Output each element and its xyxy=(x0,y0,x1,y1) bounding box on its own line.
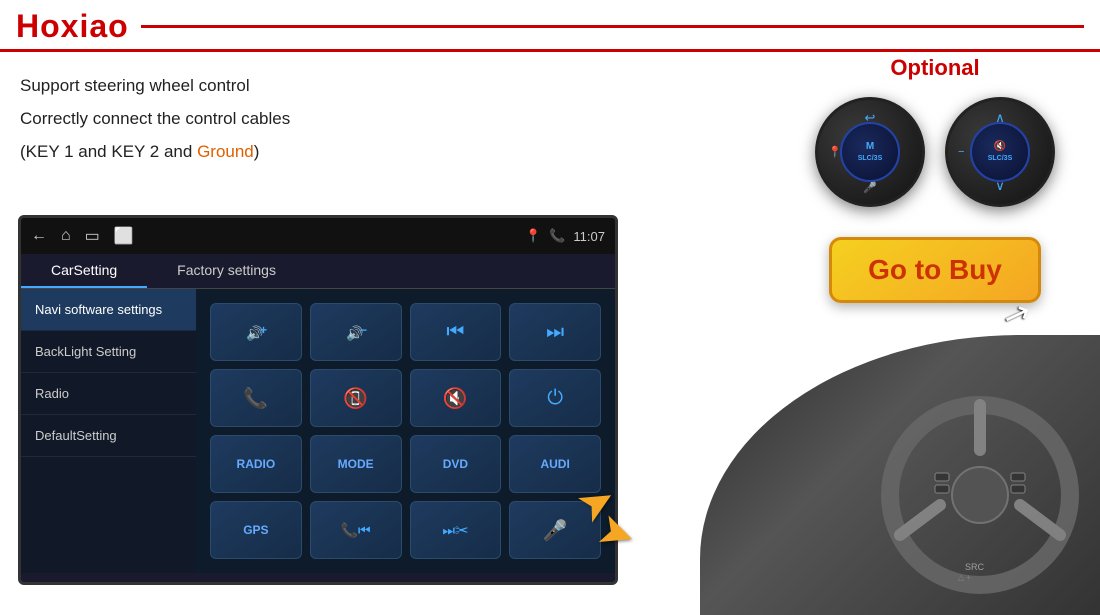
header-line xyxy=(141,25,1084,28)
desc-line1: Support steering wheel control xyxy=(20,72,400,101)
mute-btn[interactable]: 🔇 xyxy=(410,369,502,427)
desc-line2: Correctly connect the control cables xyxy=(20,105,400,134)
vol-down-btn[interactable]: 🔊− xyxy=(310,303,402,361)
screen-tabs: CarSetting Factory settings xyxy=(21,254,615,289)
gps-btn[interactable]: GPS xyxy=(210,501,302,559)
header: Hoxiao xyxy=(0,0,1100,52)
desc-line3-highlight: Ground xyxy=(197,142,254,161)
gps-icon: 📍 xyxy=(525,228,541,244)
svg-text:+: + xyxy=(260,323,267,337)
menu-icon[interactable]: ⬜ xyxy=(114,226,134,246)
sidebar-navi[interactable]: Navi software settings xyxy=(21,289,196,331)
svg-text:SRC: SRC xyxy=(965,562,985,572)
screen-topbar: ← ⌂ ▭ ⬜ 📍 📞 11:07 xyxy=(21,218,615,254)
controller-1: ↩ 📍 🎤 MSLC/3S xyxy=(815,97,925,207)
next-btn[interactable]: ⏭ xyxy=(509,303,601,361)
desc-line3-part2: ) xyxy=(254,142,260,161)
ctrl1-label: MSLC/3S xyxy=(858,141,883,163)
car-screen: ← ⌂ ▭ ⬜ 📍 📞 11:07 CarSetting Factory set… xyxy=(18,215,618,585)
end-call-btn[interactable]: 📵 xyxy=(310,369,402,427)
prev-btn[interactable]: ⏮ xyxy=(410,303,502,361)
sidebar-default[interactable]: DefaultSetting xyxy=(21,415,196,457)
vol-up-btn[interactable]: 🔊+ xyxy=(210,303,302,361)
steering-wheel-svg: SRC △ + xyxy=(880,385,1080,605)
desc-line3-part1: (KEY 1 and KEY 2 and xyxy=(20,142,197,161)
call-btn[interactable]: 📞 xyxy=(210,369,302,427)
back-icon[interactable]: ← xyxy=(31,227,47,245)
svg-text:−: − xyxy=(360,323,367,337)
sidebar-backlight[interactable]: BackLight Setting xyxy=(21,331,196,373)
radio-btn[interactable]: RADIO xyxy=(210,435,302,493)
tab-carsetting[interactable]: CarSetting xyxy=(21,254,147,288)
prev-call-btn[interactable]: 📞⏮ xyxy=(310,501,402,559)
ctrl2-inner: 🔇SLC/3S xyxy=(970,122,1030,182)
controls-grid: 🔊+ 🔊− ⏮ ⏭ 📞 📵 🔇 ⏻ RADIO MODE DVD AUDI GP… xyxy=(196,289,615,573)
ctrl2-label: 🔇SLC/3S xyxy=(988,141,1013,163)
nav-icons: ← ⌂ ▭ ⬜ xyxy=(31,226,134,246)
mode-btn[interactable]: MODE xyxy=(310,435,402,493)
left-section: Support steering wheel control Correctly… xyxy=(0,52,420,167)
sidebar-radio[interactable]: Radio xyxy=(21,373,196,415)
controller-2: ∧ ∨ − 🔇SLC/3S xyxy=(945,97,1055,207)
optional-label: Optional xyxy=(890,55,979,81)
tab-factory[interactable]: Factory settings xyxy=(147,254,306,288)
dvd-btn[interactable]: DVD xyxy=(410,435,502,493)
screen-body: Navi software settings BackLight Setting… xyxy=(21,289,615,573)
controllers-row: ↩ 📍 🎤 MSLC/3S ∧ ∨ − 🔇SLC/3S xyxy=(815,97,1055,207)
ctrl1-bottom-icon: 🎤 xyxy=(863,181,877,194)
home-icon[interactable]: ⌂ xyxy=(61,227,71,245)
recents-icon[interactable]: ▭ xyxy=(85,226,100,246)
right-section: Optional ↩ 📍 🎤 MSLC/3S ∧ ∨ − xyxy=(780,55,1090,303)
desc-line3: (KEY 1 and KEY 2 and Ground) xyxy=(20,138,400,167)
screen-sidebar: Navi software settings BackLight Setting… xyxy=(21,289,196,573)
svg-text:△ +: △ + xyxy=(958,573,971,582)
ctrl2-left-icon: − xyxy=(958,146,964,158)
phone-icon: 📞 xyxy=(549,228,565,244)
logo: Hoxiao xyxy=(16,8,129,45)
steering-bg: SRC △ + xyxy=(700,335,1100,615)
screen-status: 📍 📞 11:07 xyxy=(525,228,605,244)
time-display: 11:07 xyxy=(573,229,605,244)
ctrl1-inner: MSLC/3S xyxy=(840,122,900,182)
power-btn[interactable]: ⏻ xyxy=(509,369,601,427)
go-to-buy-container: Go to Buy ↖ xyxy=(829,237,1041,303)
go-to-buy-button[interactable]: Go to Buy xyxy=(829,237,1041,303)
next-track-btn[interactable]: ⏭✂ xyxy=(410,501,502,559)
